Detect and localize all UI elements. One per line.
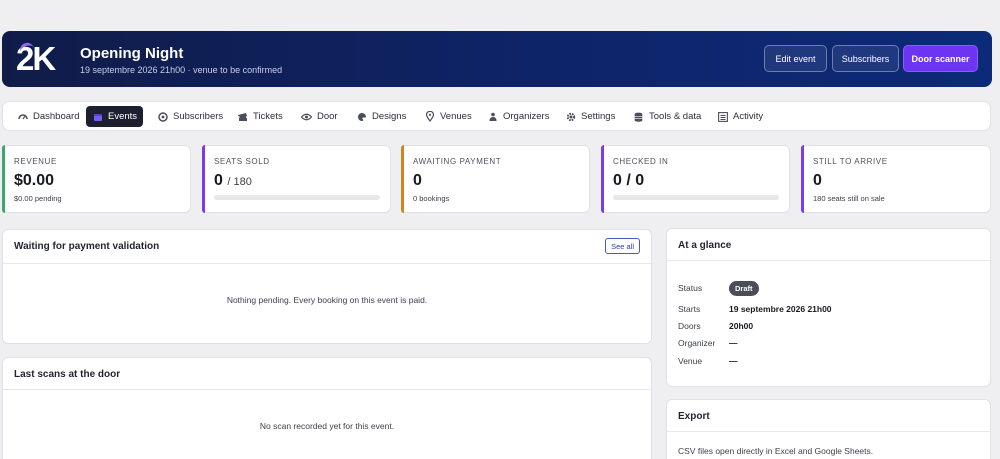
- subscribers-icon: [157, 111, 168, 122]
- stat-still-to-arrive: STILL TO ARRIVE 0 180 seats still on sal…: [801, 145, 991, 213]
- gear-icon: [565, 111, 576, 122]
- stat-value: 0: [813, 172, 822, 189]
- nav-item-tools-data[interactable]: Tools & data: [627, 106, 707, 127]
- panel-header: At a glance: [667, 229, 990, 261]
- checked-in-progress-bar: [613, 195, 779, 200]
- stat-seats-sold: SEATS SOLD 0 / 180: [202, 145, 391, 213]
- nav-item-activity[interactable]: Activity: [711, 106, 769, 127]
- seats-progress-bar: [214, 195, 380, 200]
- doors-value: 20h00: [729, 321, 754, 331]
- nav-label: Door: [317, 111, 338, 122]
- stat-value: 0: [413, 172, 422, 189]
- nav-label: Dashboard: [33, 111, 80, 122]
- panel-header: Waiting for payment validation See all: [3, 230, 651, 264]
- stat-note: 0 bookings: [413, 194, 450, 203]
- subscribers-button[interactable]: Subscribers: [832, 45, 899, 72]
- venue-label: Venue: [678, 356, 703, 366]
- doors-label: Doors: [678, 321, 701, 331]
- panel-header: Last scans at the door: [3, 358, 651, 390]
- stat-revenue: REVENUE $0.00 $0.00 pending: [2, 145, 191, 213]
- stat-label: AWAITING PAYMENT: [413, 157, 502, 166]
- organizers-icon: [487, 111, 498, 122]
- ticket-icon: [237, 111, 248, 122]
- organizer-value: —: [729, 338, 738, 348]
- nav-item-organizers[interactable]: Organizers: [481, 106, 555, 127]
- nav-label: Tickets: [253, 111, 283, 122]
- nav-item-settings[interactable]: Settings: [559, 106, 621, 127]
- dashboard-icon: [17, 111, 28, 122]
- palette-icon: [356, 111, 367, 122]
- nav-item-dashboard[interactable]: Dashboard: [11, 106, 85, 127]
- nav-label: Tools & data: [649, 111, 702, 122]
- event-subtitle: 19 septembre 2026 21h00 · venue to be co…: [80, 65, 283, 75]
- nav-item-designs[interactable]: Designs: [350, 106, 412, 127]
- stat-label: REVENUE: [14, 157, 57, 166]
- nav-item-tickets[interactable]: Tickets: [231, 106, 289, 127]
- stat-accent-bar: [801, 145, 804, 213]
- last-scans-panel: Last scans at the door No scan recorded …: [2, 357, 652, 459]
- stat-accent-bar: [2, 145, 5, 213]
- starts-label: Starts: [678, 304, 701, 314]
- stat-label: STILL TO ARRIVE: [813, 157, 888, 166]
- stat-value: 0: [214, 172, 223, 189]
- pin-icon: [424, 111, 435, 122]
- nav-label: Subscribers: [173, 111, 224, 122]
- nav-label: Activity: [733, 111, 764, 122]
- empty-state-text: No scan recorded yet for this event.: [259, 421, 395, 431]
- venue-value: —: [729, 356, 738, 366]
- eye-icon: [301, 111, 312, 122]
- stat-label: CHECKED IN: [613, 157, 669, 166]
- export-note: CSV files open directly in Excel and Goo…: [678, 446, 874, 456]
- stat-value: 0 / 0: [613, 172, 645, 189]
- stat-value-wrap: 0 / 180: [214, 172, 252, 190]
- panel-title: Last scans at the door: [14, 369, 121, 380]
- status-label: Status: [678, 283, 703, 293]
- stat-accent-bar: [202, 145, 205, 213]
- empty-state-text: Nothing pending. Every booking on this e…: [226, 295, 428, 305]
- see-all-button[interactable]: See all: [605, 238, 640, 254]
- export-panel: Export CSV files open directly in Excel …: [666, 399, 991, 459]
- app-logo[interactable]: 2K: [16, 41, 72, 77]
- stat-accent-bar: [601, 145, 604, 213]
- nav-item-venues[interactable]: Venues: [418, 106, 478, 127]
- stat-accent-bar: [401, 145, 404, 213]
- panel-title: At a glance: [678, 240, 732, 251]
- stat-note: $0.00 pending: [14, 194, 62, 203]
- database-icon: [633, 111, 644, 122]
- calendar-icon: [92, 111, 103, 122]
- page-title: Opening Night: [80, 45, 184, 62]
- panel-title: Waiting for payment validation: [14, 241, 160, 252]
- nav-label: Designs: [372, 111, 407, 122]
- nav-item-door[interactable]: Door: [295, 106, 344, 127]
- organizer-label: Organizer: [678, 338, 716, 348]
- event-header: 2K Opening Night 19 septembre 2026 21h00…: [2, 31, 992, 87]
- nav-item-events[interactable]: Events: [86, 106, 144, 127]
- stat-checked-in: CHECKED IN 0 / 0: [601, 145, 790, 213]
- at-a-glance-panel: At a glance Status Draft Starts 19 septe…: [666, 228, 991, 387]
- main-nav: Dashboard Events Subscribers Tickets Doo…: [2, 101, 991, 131]
- stat-awaiting-payment: AWAITING PAYMENT 0 0 bookings: [401, 145, 590, 213]
- panel-header: Export: [667, 400, 990, 432]
- door-scanner-button[interactable]: Door scanner: [903, 45, 978, 72]
- panel-title: Export: [678, 411, 710, 422]
- status-badge: Draft: [729, 281, 759, 296]
- nav-item-subscribers[interactable]: Subscribers: [151, 106, 229, 127]
- nav-label: Settings: [581, 111, 616, 122]
- stat-note: 180 seats still on sale: [813, 194, 885, 203]
- edit-event-button[interactable]: Edit event: [764, 45, 827, 72]
- list-icon: [717, 111, 728, 122]
- starts-value: 19 septembre 2026 21h00: [729, 304, 832, 314]
- nav-label: Events: [108, 111, 138, 122]
- stat-label: SEATS SOLD: [214, 157, 270, 166]
- nav-label: Venues: [440, 111, 472, 122]
- waiting-payment-panel: Waiting for payment validation See all N…: [2, 229, 652, 344]
- stat-value-suffix: / 180: [227, 176, 252, 188]
- stat-value: $0.00: [14, 172, 55, 189]
- nav-label: Organizers: [503, 111, 550, 122]
